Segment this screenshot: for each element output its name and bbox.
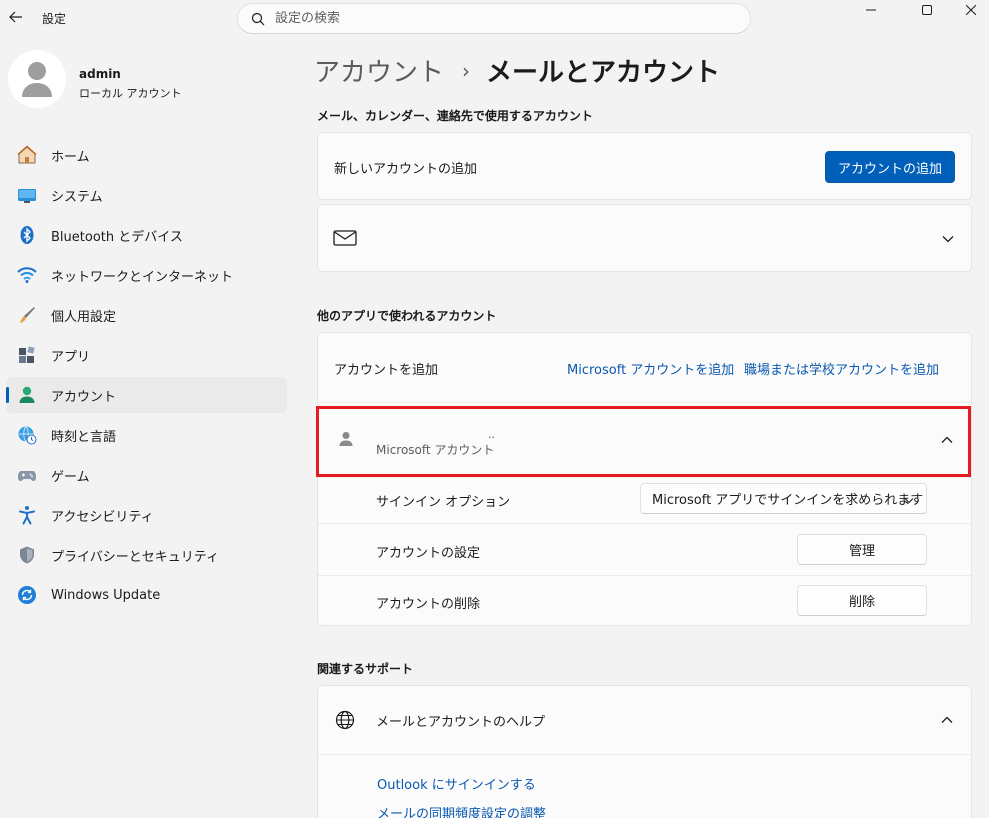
chevron-up-icon[interactable] — [940, 713, 954, 727]
sidebar-item-label: 個人用設定 — [51, 309, 117, 325]
add-microsoft-account-link[interactable]: Microsoft アカウントを追加 — [567, 359, 734, 378]
outlook-signin-link[interactable]: Outlook にサインインする — [377, 774, 536, 793]
gamepad-icon — [17, 465, 37, 485]
sidebar-nav: ホーム システム Bluetooth とデバイス ネットワークとインターネット … — [6, 137, 287, 617]
divider — [318, 754, 971, 755]
user-account-type: ローカル アカウント — [79, 87, 182, 100]
add-work-school-account-link[interactable]: 職場または学校アカウントを追加 — [744, 359, 939, 378]
sidebar-item-privacy[interactable]: プライバシーとセキュリティ — [6, 537, 287, 573]
accessibility-icon — [17, 505, 37, 525]
highlight-box — [316, 406, 971, 477]
help-card: メールとアカウントのヘルプ Outlook にサインインする メールの同期頻度設… — [317, 685, 972, 818]
maximize-icon — [922, 5, 932, 15]
sidebar-item-label: Bluetooth とデバイス — [51, 229, 183, 245]
manage-button[interactable]: 管理 — [797, 534, 927, 565]
globe-clock-icon — [17, 425, 37, 445]
title-bar: 設定 — [0, 0, 989, 36]
account-settings-label: アカウントの設定 — [376, 546, 481, 561]
section-title-related-support: 関連するサポート — [317, 662, 414, 676]
chevron-down-icon[interactable] — [941, 232, 955, 246]
chevron-down-icon — [904, 493, 914, 508]
close-button[interactable] — [948, 0, 989, 20]
brush-icon — [17, 305, 37, 325]
sidebar-item-home[interactable]: ホーム — [6, 137, 287, 173]
sidebar-item-gaming[interactable]: ゲーム — [6, 457, 287, 493]
update-icon — [17, 585, 37, 605]
remove-button[interactable]: 削除 — [797, 585, 927, 616]
search-box[interactable] — [237, 3, 751, 34]
search-icon — [251, 12, 265, 25]
close-icon — [966, 5, 976, 15]
section-title-email-accounts: メール、カレンダー、連絡先で使用するアカウント — [317, 109, 593, 123]
breadcrumb-parent[interactable]: アカウント — [314, 52, 444, 89]
add-account-button[interactable]: アカウントの追加 — [825, 151, 955, 183]
sidebar-item-accounts[interactable]: アカウント — [6, 377, 287, 413]
sidebar-item-label: アプリ — [51, 349, 91, 365]
add-new-account-label: 新しいアカウントの追加 — [334, 162, 478, 177]
back-button[interactable] — [6, 6, 26, 28]
shield-icon — [17, 545, 37, 565]
sidebar-item-label: アカウント — [51, 389, 117, 405]
page-title: メールとアカウント — [486, 58, 721, 88]
sidebar-item-label: プライバシーとセキュリティ — [51, 549, 219, 565]
sidebar-item-label: ホーム — [51, 149, 90, 165]
sidebar-item-apps[interactable]: アプリ — [6, 337, 287, 373]
sidebar-item-label: アクセシビリティ — [51, 509, 154, 525]
minimize-icon — [866, 9, 876, 11]
user-profile[interactable]: admin ローカル アカウント — [8, 50, 288, 110]
divider — [318, 402, 971, 403]
sidebar-item-label: 時刻と言語 — [51, 429, 117, 445]
sidebar-item-label: Windows Update — [51, 587, 161, 603]
back-arrow-icon — [9, 11, 22, 23]
search-input[interactable] — [275, 11, 675, 26]
breadcrumb-separator: › — [462, 58, 471, 83]
account-icon — [17, 385, 37, 405]
divider — [318, 523, 971, 524]
system-icon — [17, 185, 37, 205]
email-account-row[interactable] — [317, 204, 972, 272]
sidebar-item-bluetooth[interactable]: Bluetooth とデバイス — [6, 217, 287, 253]
sidebar-item-accessibility[interactable]: アクセシビリティ — [6, 497, 287, 533]
wifi-icon — [17, 265, 37, 285]
home-icon — [17, 145, 37, 165]
breadcrumb: アカウント › メールとアカウント — [314, 52, 720, 89]
avatar — [8, 50, 66, 108]
other-accounts-card: アカウントを追加 Microsoft アカウントを追加 職場または学校アカウント… — [317, 332, 972, 626]
divider — [318, 575, 971, 576]
globe-icon — [335, 710, 355, 734]
apps-icon — [17, 345, 37, 365]
signin-options-dropdown[interactable]: Microsoft アプリでサインインを求められます — [640, 483, 927, 514]
sidebar-item-personalization[interactable]: 個人用設定 — [6, 297, 287, 333]
add-account-label: アカウントを追加 — [334, 363, 439, 378]
remove-account-label: アカウントの削除 — [376, 597, 481, 612]
help-label: メールとアカウントのヘルプ — [376, 715, 546, 730]
sidebar-item-system[interactable]: システム — [6, 177, 287, 213]
sidebar-item-label: システム — [51, 189, 103, 205]
person-icon — [8, 50, 66, 108]
divider — [318, 477, 971, 478]
help-header[interactable]: メールとアカウントのヘルプ — [318, 686, 971, 754]
app-title: 設定 — [42, 12, 67, 26]
mail-sync-settings-link[interactable]: メールの同期頻度設定の調整 — [377, 803, 546, 818]
maximize-button[interactable] — [904, 0, 950, 20]
sidebar-item-windows-update[interactable]: Windows Update — [6, 577, 287, 613]
minimize-button[interactable] — [848, 0, 894, 20]
bluetooth-icon — [17, 225, 37, 245]
add-email-account-card: 新しいアカウントの追加 アカウントの追加 — [317, 132, 972, 200]
signin-options-label: サインイン オプション — [376, 495, 511, 510]
sidebar-item-label: ネットワークとインターネット — [51, 269, 234, 285]
signin-options-value: Microsoft アプリでサインインを求められます — [652, 493, 924, 508]
sidebar-item-network[interactable]: ネットワークとインターネット — [6, 257, 287, 293]
section-title-other-accounts: 他のアプリで使われるアカウント — [317, 309, 497, 323]
sidebar-item-label: ゲーム — [51, 469, 90, 485]
mail-icon — [333, 230, 357, 250]
sidebar-item-time-language[interactable]: 時刻と言語 — [6, 417, 287, 453]
user-name: admin — [79, 67, 121, 81]
